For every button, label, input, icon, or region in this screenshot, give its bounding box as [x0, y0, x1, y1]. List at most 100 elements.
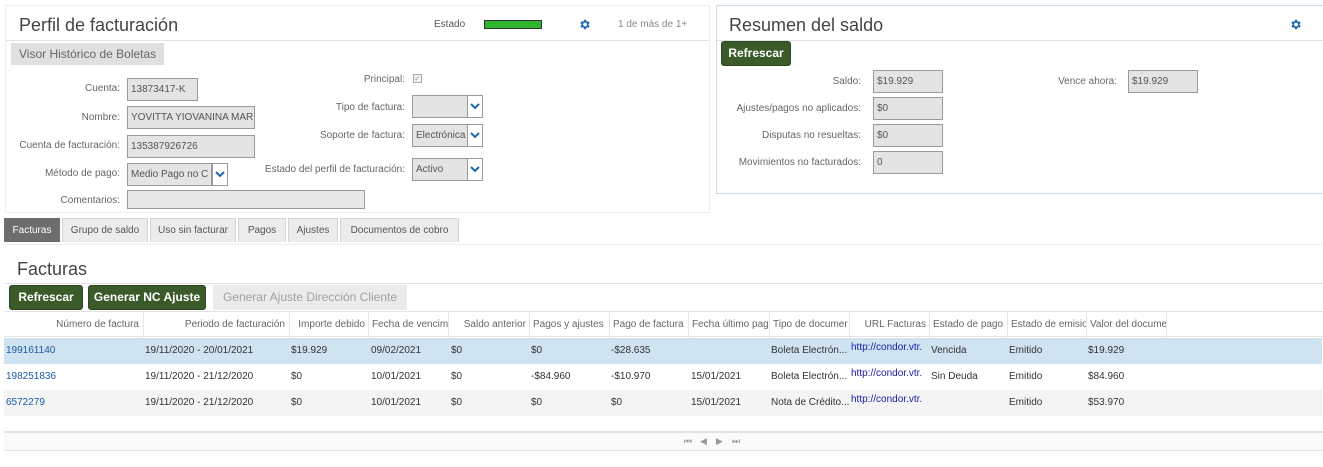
table-cell: $0 — [451, 371, 463, 382]
tab-facturas[interactable]: Facturas — [4, 218, 60, 242]
movimientos-label: Movimientos no facturados: — [738, 157, 861, 168]
table-cell: Vencida — [931, 345, 967, 356]
table-cell: 10/01/2021 — [371, 397, 422, 408]
summary-refresh-button[interactable]: Refrescar — [721, 41, 791, 66]
invoice-url-link[interactable]: http://condor.vtr. — [851, 361, 930, 387]
invoice-number-link[interactable]: 6572279 — [6, 390, 45, 416]
vence-ahora-field[interactable]: $19.929 — [1128, 70, 1198, 93]
tab-uso-sin-facturar[interactable]: Uso sin facturar — [150, 218, 236, 242]
table-cell: 19/11/2020 - 20/01/2021 — [145, 345, 254, 356]
movimientos-field[interactable]: 0 — [873, 151, 943, 174]
table-cell: Boleta Electrón... — [771, 345, 848, 356]
estado-perfil-select[interactable]: Activo — [412, 158, 468, 181]
table-cell: 15/01/2021 — [691, 397, 742, 408]
estado-perfil-dropdown[interactable] — [467, 158, 483, 181]
col-fecha-ultimo-pago[interactable]: Fecha último pag — [690, 312, 770, 338]
col-saldo-anterior[interactable]: Saldo anterior — [450, 312, 530, 338]
tab-ajustes[interactable]: Ajustes — [288, 218, 338, 242]
nombre-field[interactable]: YOVITTA YIOVANINA MAR — [127, 106, 255, 129]
first-page-icon[interactable]: ⏮ — [684, 436, 692, 447]
table-cell: $0 — [291, 371, 303, 382]
soporte-factura-select[interactable]: Electrónica — [412, 124, 468, 147]
col-tipo-documento[interactable]: Tipo de documer — [771, 312, 850, 338]
tab-pagos[interactable]: Pagos — [238, 218, 286, 242]
table-cell: $0 — [531, 397, 543, 408]
comentarios-label: Comentarios: — [60, 195, 120, 206]
metodo-pago-dropdown[interactable] — [212, 163, 228, 186]
chevron-down-icon — [470, 132, 480, 139]
metodo-pago-label: Método de pago: — [44, 168, 120, 179]
col-importe[interactable]: Importe debido — [291, 312, 369, 338]
gear-icon[interactable] — [578, 18, 591, 31]
table-cell: $0 — [451, 345, 463, 356]
table-row[interactable]: 198251836 19/11/2020 - 21/12/2020 $0 10/… — [4, 364, 1322, 390]
invoice-number-link[interactable]: 198251836 — [6, 364, 56, 390]
ajustes-field[interactable]: $0 — [873, 97, 943, 120]
principal-label: Principal: — [363, 74, 405, 85]
chevron-down-icon — [470, 166, 480, 173]
ajustes-label: Ajustes/pagos no aplicados: — [736, 103, 861, 114]
col-valor-documento[interactable]: Valor del docume — [1088, 312, 1167, 338]
table-row[interactable]: 199161140 19/11/2020 - 20/01/2021 $19.92… — [4, 338, 1322, 364]
table-cell: 09/02/2021 — [371, 345, 422, 356]
soporte-factura-label: Soporte de factura: — [319, 130, 405, 141]
table-row[interactable]: 6572279 19/11/2020 - 21/12/2020 $0 10/01… — [4, 390, 1322, 416]
tipo-factura-label: Tipo de factura: — [335, 102, 405, 113]
soporte-factura-dropdown[interactable] — [467, 124, 483, 147]
table-cell: $0 — [611, 397, 623, 408]
principal-checkbox[interactable]: ✓ — [413, 74, 422, 83]
billing-profile-title: Perfil de facturación — [19, 15, 179, 35]
table-cell: $0 — [531, 345, 543, 356]
col-periodo[interactable]: Periodo de facturación — [145, 312, 290, 338]
estado-perfil-label: Estado del perfil de facturación: — [264, 164, 405, 175]
chevron-down-icon — [215, 171, 225, 178]
invoices-section: Facturas Refrescar Generar NC Ajuste Gen… — [4, 244, 1323, 467]
gear-icon[interactable] — [1289, 18, 1302, 31]
table-cell: -$28.635 — [611, 345, 651, 356]
tab-grupo-saldo[interactable]: Grupo de saldo — [62, 218, 148, 242]
col-numero-factura[interactable]: Número de factura — [4, 312, 144, 338]
table-cell: 15/01/2021 — [691, 371, 742, 382]
nombre-label: Nombre: — [81, 112, 120, 123]
col-pago-factura[interactable]: Pago de factura — [611, 312, 689, 338]
cuenta-facturacion-field[interactable]: 135387926726 — [127, 135, 255, 158]
generar-nc-ajuste-button[interactable]: Generar NC Ajuste — [88, 285, 206, 310]
cuenta-facturacion-label: Cuenta de facturación: — [19, 140, 120, 151]
saldo-label: Saldo: — [832, 76, 861, 87]
balance-summary-panel: Resumen del saldo Refrescar Saldo: $19.9… — [716, 5, 1323, 194]
prev-page-icon[interactable]: ◀ — [700, 436, 707, 447]
saldo-field[interactable]: $19.929 — [873, 70, 943, 93]
generar-ajuste-direccion-button[interactable]: Generar Ajuste Dirección Cliente — [213, 285, 407, 310]
historic-receipts-subtab[interactable]: Visor Histórico de Boletas — [11, 43, 165, 65]
invoices-refresh-button[interactable]: Refrescar — [9, 285, 83, 310]
status-bar — [484, 20, 542, 29]
metodo-pago-select[interactable]: Medio Pago no C — [127, 163, 212, 186]
profile-pager[interactable]: 1 de más de 1+ — [618, 19, 687, 30]
invoice-url-link[interactable]: http://condor.vtr. — [851, 335, 930, 361]
col-estado-pago[interactable]: Estado de pago — [931, 312, 1008, 338]
cuenta-field[interactable]: 13873417-K — [127, 78, 198, 101]
invoice-number-link[interactable]: 199161140 — [6, 338, 55, 364]
invoices-title: Facturas — [17, 259, 88, 279]
tipo-factura-select[interactable] — [412, 95, 468, 118]
table-cell: Emitido — [1009, 371, 1043, 382]
comentarios-field[interactable] — [127, 190, 365, 209]
billing-profile-panel: Perfil de facturación Estado 1 de más de… — [5, 5, 710, 213]
table-cell: $53.970 — [1088, 397, 1125, 408]
last-page-icon[interactable]: ⏭ — [732, 436, 740, 447]
col-pagos-ajustes[interactable]: Pagos y ajustes — [531, 312, 610, 338]
disputas-label: Disputas no resueltas: — [762, 130, 861, 141]
invoices-table-header: Número de factura Periodo de facturación… — [4, 311, 1323, 338]
invoice-url-link[interactable]: http://condor.vtr. — [851, 387, 930, 413]
cuenta-label: Cuenta: — [84, 83, 120, 94]
table-cell: Boleta Electrón... — [771, 371, 848, 382]
col-estado-emision[interactable]: Estado de emisio — [1009, 312, 1087, 338]
table-cell: Nota de Crédito... — [771, 397, 849, 408]
disputas-field[interactable]: $0 — [873, 124, 943, 147]
balance-summary-title: Resumen del saldo — [729, 15, 884, 35]
tipo-factura-dropdown[interactable] — [467, 95, 483, 118]
tab-documentos-cobro[interactable]: Documentos de cobro — [340, 218, 459, 242]
next-page-icon[interactable]: ▶ — [716, 436, 723, 447]
col-fecha-venc[interactable]: Fecha de vencim — [370, 312, 449, 338]
table-cell: -$84.960 — [531, 371, 571, 382]
